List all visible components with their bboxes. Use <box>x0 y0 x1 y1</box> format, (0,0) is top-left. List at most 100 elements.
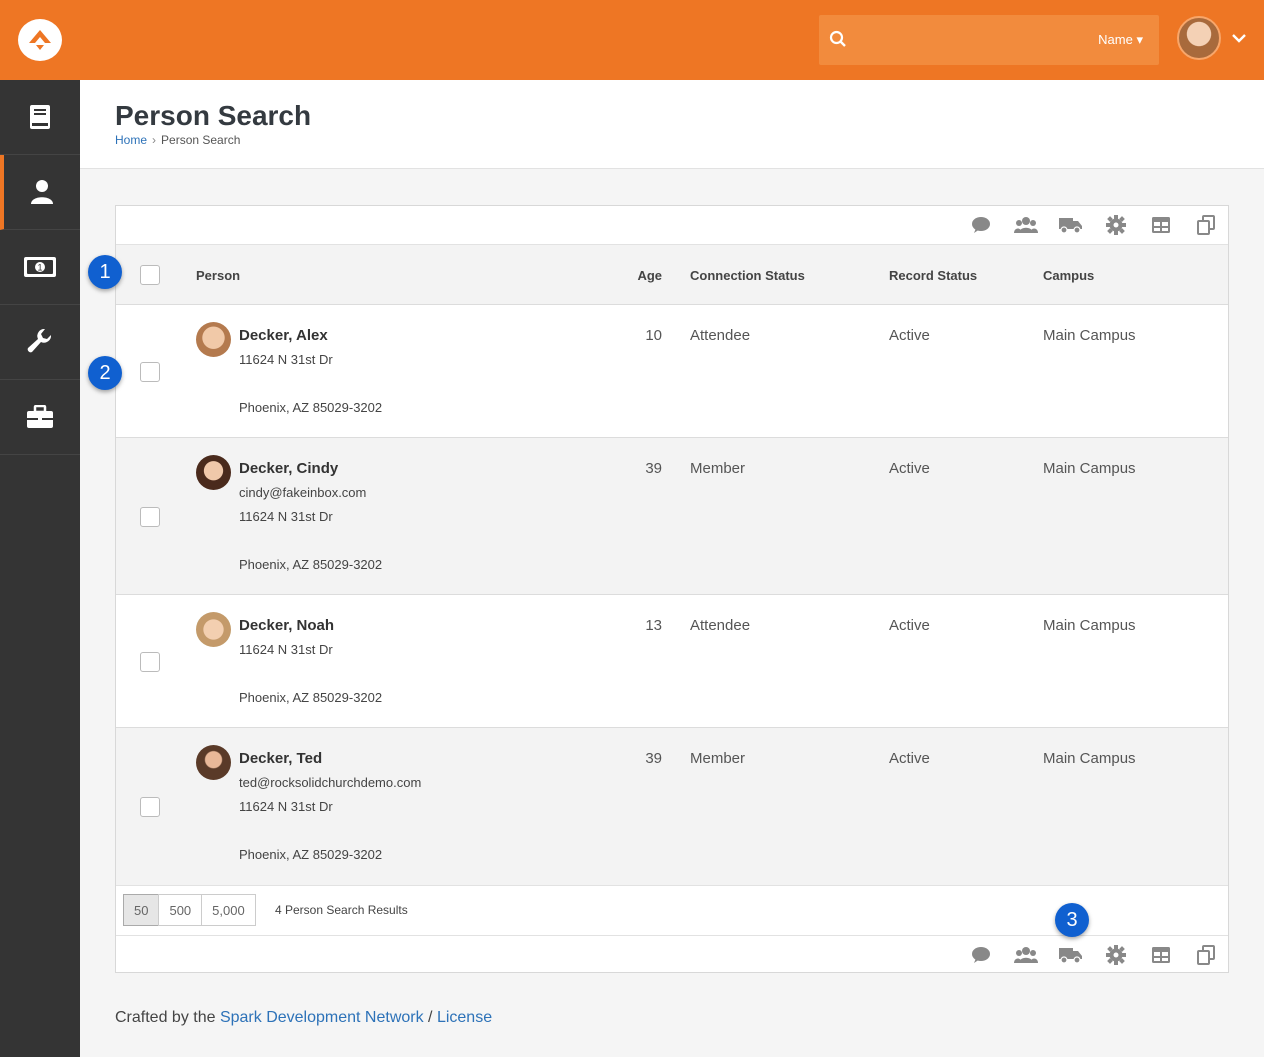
comment-icon <box>971 946 990 963</box>
top-bar: Name ▾ <box>0 0 1264 80</box>
copy-icon <box>1196 944 1215 965</box>
table-row[interactable]: Decker, Cindy cindy@fakeinbox.com 11624 … <box>116 438 1228 595</box>
sidebar-item-finance[interactable]: 1 <box>0 230 80 305</box>
select-all-checkbox[interactable] <box>140 265 160 285</box>
column-age[interactable]: Age <box>626 268 662 283</box>
bulk-update-button[interactable] <box>1048 206 1093 244</box>
grid-actions-bottom <box>116 935 1228 973</box>
communicate-button[interactable] <box>958 936 1003 974</box>
svg-text:1: 1 <box>37 263 42 273</box>
column-connection-status[interactable]: Connection Status <box>690 268 805 283</box>
gear-icon <box>1105 944 1126 965</box>
person-email[interactable]: cindy@fakeinbox.com <box>239 485 366 500</box>
person-city: Phoenix, AZ 85029-3202 <box>239 847 383 862</box>
person-street: 11624 N 31st Dr <box>239 352 333 367</box>
breadcrumb-home[interactable]: Home <box>115 133 147 147</box>
person-age: 39 <box>645 750 662 767</box>
page-size-selector: 50 500 5,000 <box>123 894 256 926</box>
page-header: Person Search Home › Person Search <box>80 80 1264 169</box>
person-connection-status: Attendee <box>690 327 751 344</box>
avatar <box>196 745 231 780</box>
callout-badge: 1 <box>88 255 122 289</box>
truck-icon <box>1058 947 1082 964</box>
person-age: 13 <box>645 617 662 634</box>
search-box: Name ▾ <box>819 15 1159 65</box>
person-campus: Main Campus <box>1043 750 1136 767</box>
license-link[interactable]: License <box>437 1009 492 1026</box>
page-footer: Crafted by the Spark Development Network… <box>115 1009 492 1027</box>
grid-header: Person Age Connection Status Record Stat… <box>116 244 1228 305</box>
comment-icon <box>971 217 990 233</box>
person-city: Phoenix, AZ 85029-3202 <box>239 690 383 705</box>
spark-network-link[interactable]: Spark Development Network <box>220 1009 424 1026</box>
person-campus: Main Campus <box>1043 460 1136 477</box>
person-connection-status: Attendee <box>690 617 751 634</box>
person-name[interactable]: Decker, Noah <box>239 617 334 634</box>
bulk-update-button[interactable] <box>1048 936 1093 974</box>
result-count: 4 Person Search Results <box>275 903 408 917</box>
column-record-status[interactable]: Record Status <box>889 268 977 283</box>
merge-person-button[interactable] <box>1003 206 1048 244</box>
row-checkbox[interactable] <box>140 652 160 672</box>
sidebar: 1 <box>0 80 80 1057</box>
merge-person-button[interactable] <box>1003 936 1048 974</box>
page-title: Person Search <box>115 100 312 131</box>
search-icon <box>829 30 846 47</box>
users-icon <box>1013 217 1038 233</box>
copy-icon <box>1196 215 1215 235</box>
person-campus: Main Campus <box>1043 327 1136 344</box>
rock-logo-icon[interactable] <box>18 19 62 61</box>
sidebar-item-books[interactable] <box>0 80 80 155</box>
truck-icon <box>1058 218 1082 234</box>
search-input[interactable] <box>857 25 1057 55</box>
column-person[interactable]: Person <box>196 268 240 283</box>
person-email[interactable]: ted@rocksolidchurchdemo.com <box>239 775 421 790</box>
person-street: 11624 N 31st Dr <box>239 509 333 524</box>
export-excel-button[interactable] <box>1138 936 1183 974</box>
breadcrumb: Home › Person Search <box>115 133 240 147</box>
person-connection-status: Member <box>690 750 746 767</box>
page-size-option[interactable]: 500 <box>158 894 203 926</box>
callout-badge: 3 <box>1055 903 1089 937</box>
person-record-status: Active <box>889 460 930 477</box>
row-checkbox[interactable] <box>140 797 160 817</box>
breadcrumb-current: Person Search <box>161 133 241 147</box>
row-checkbox[interactable] <box>140 507 160 527</box>
callout-badge: 2 <box>88 356 122 390</box>
person-name[interactable]: Decker, Cindy <box>239 460 338 477</box>
person-city: Phoenix, AZ 85029-3202 <box>239 400 383 415</box>
chevron-right-icon: › <box>152 133 157 147</box>
person-city: Phoenix, AZ 85029-3202 <box>239 557 383 572</box>
launch-workflow-button[interactable] <box>1093 936 1138 974</box>
sidebar-item-people[interactable] <box>0 155 80 230</box>
page-size-option[interactable]: 5,000 <box>201 894 256 926</box>
table-row[interactable]: Decker, Ted ted@rocksolidchurchdemo.com … <box>116 728 1228 885</box>
search-type-dropdown[interactable]: Name ▾ <box>1098 32 1143 48</box>
column-campus[interactable]: Campus <box>1043 268 1094 283</box>
footer-separator: / <box>423 1009 437 1026</box>
launch-workflow-button[interactable] <box>1093 206 1138 244</box>
sidebar-item-settings[interactable] <box>0 380 80 455</box>
gear-icon <box>1105 215 1126 235</box>
person-name[interactable]: Decker, Ted <box>239 750 322 767</box>
person-name[interactable]: Decker, Alex <box>239 327 328 344</box>
person-record-status: Active <box>889 617 930 634</box>
export-excel-button[interactable] <box>1138 206 1183 244</box>
avatar <box>196 455 231 490</box>
communicate-button[interactable] <box>958 206 1003 244</box>
merge-template-button[interactable] <box>1183 206 1228 244</box>
users-icon <box>1013 946 1038 963</box>
table-row[interactable]: Decker, Alex 11624 N 31st Dr Phoenix, AZ… <box>116 305 1228 438</box>
merge-template-button[interactable] <box>1183 936 1228 974</box>
person-campus: Main Campus <box>1043 617 1136 634</box>
sidebar-item-admin-tools[interactable] <box>0 305 80 380</box>
footer-prefix: Crafted by the <box>115 1009 220 1026</box>
wrench-icon <box>27 328 52 353</box>
table-row[interactable]: Decker, Noah 11624 N 31st Dr Phoenix, AZ… <box>116 595 1228 728</box>
current-user-avatar[interactable] <box>1177 16 1221 60</box>
chevron-down-icon[interactable] <box>1231 32 1247 44</box>
person-age: 39 <box>645 460 662 477</box>
person-icon <box>31 180 53 204</box>
row-checkbox[interactable] <box>140 362 160 382</box>
page-size-option[interactable]: 50 <box>123 894 160 926</box>
